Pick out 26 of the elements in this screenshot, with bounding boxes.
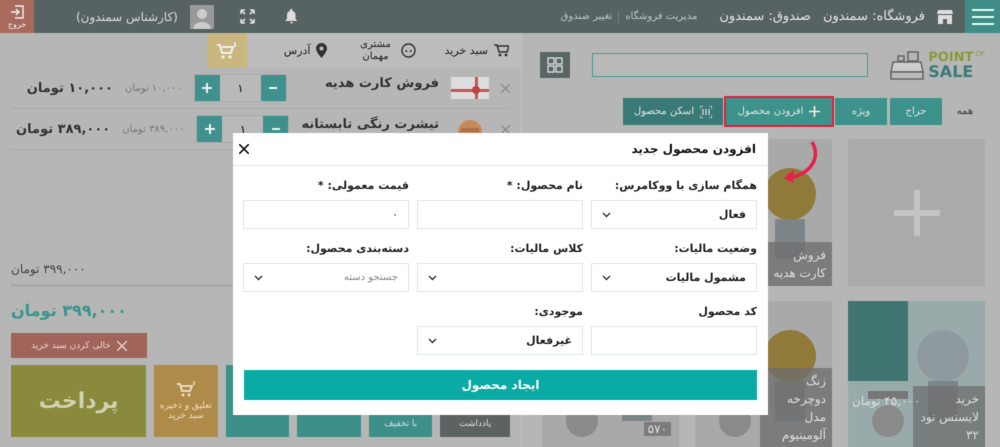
total-amount: ۳۹۹,۰۰۰ تومان	[11, 301, 127, 320]
dialog-title: افزودن محصول جدید	[631, 142, 756, 156]
cart-title: سبد خرید	[444, 44, 488, 57]
product-price: ۴۵,۰۰۰ تومان	[852, 394, 920, 408]
user-name: (کارشناس سمندون)	[76, 10, 178, 24]
item-name: تیشرت رنگی تابستانه	[301, 118, 439, 132]
product-price: ۵۷۰	[644, 422, 671, 436]
register-name: صندوق: سمندون	[719, 9, 811, 24]
logo-text: SALE	[928, 64, 974, 80]
field-label: کد محصول	[697, 304, 757, 320]
field-label: کلاس مالیات:	[509, 241, 583, 257]
subtotal-amount: ۳۹۹,۰۰۰ تومان	[11, 262, 86, 276]
field-label: نام محصول: *	[506, 178, 583, 194]
field-label: همگام سازی با ووکامرس:	[614, 178, 757, 194]
field-label: قیمت معمولی: *	[316, 178, 409, 194]
unit-price: ۱۰,۰۰۰ تومان	[125, 82, 182, 94]
field-label: وضعیت مالیات:	[673, 241, 757, 257]
unit-price: ۳۸۹,۰۰۰ تومان	[122, 124, 184, 134]
item-total: ۱۰,۰۰۰ تومان	[26, 80, 113, 96]
item-total: ۳۸۹,۰۰۰ تومان	[15, 122, 110, 136]
product-name: زنگ دوچرخه مدل آلومینیوم	[760, 368, 832, 447]
item-name: فروش کارت هدیه	[324, 77, 439, 91]
store-name: فروشگاه: سمندون	[822, 9, 925, 24]
field-label: موجودی:	[533, 304, 583, 320]
logo-text: POINT	[928, 50, 974, 64]
field-label: دسته‌بندی محصول:	[305, 241, 409, 257]
